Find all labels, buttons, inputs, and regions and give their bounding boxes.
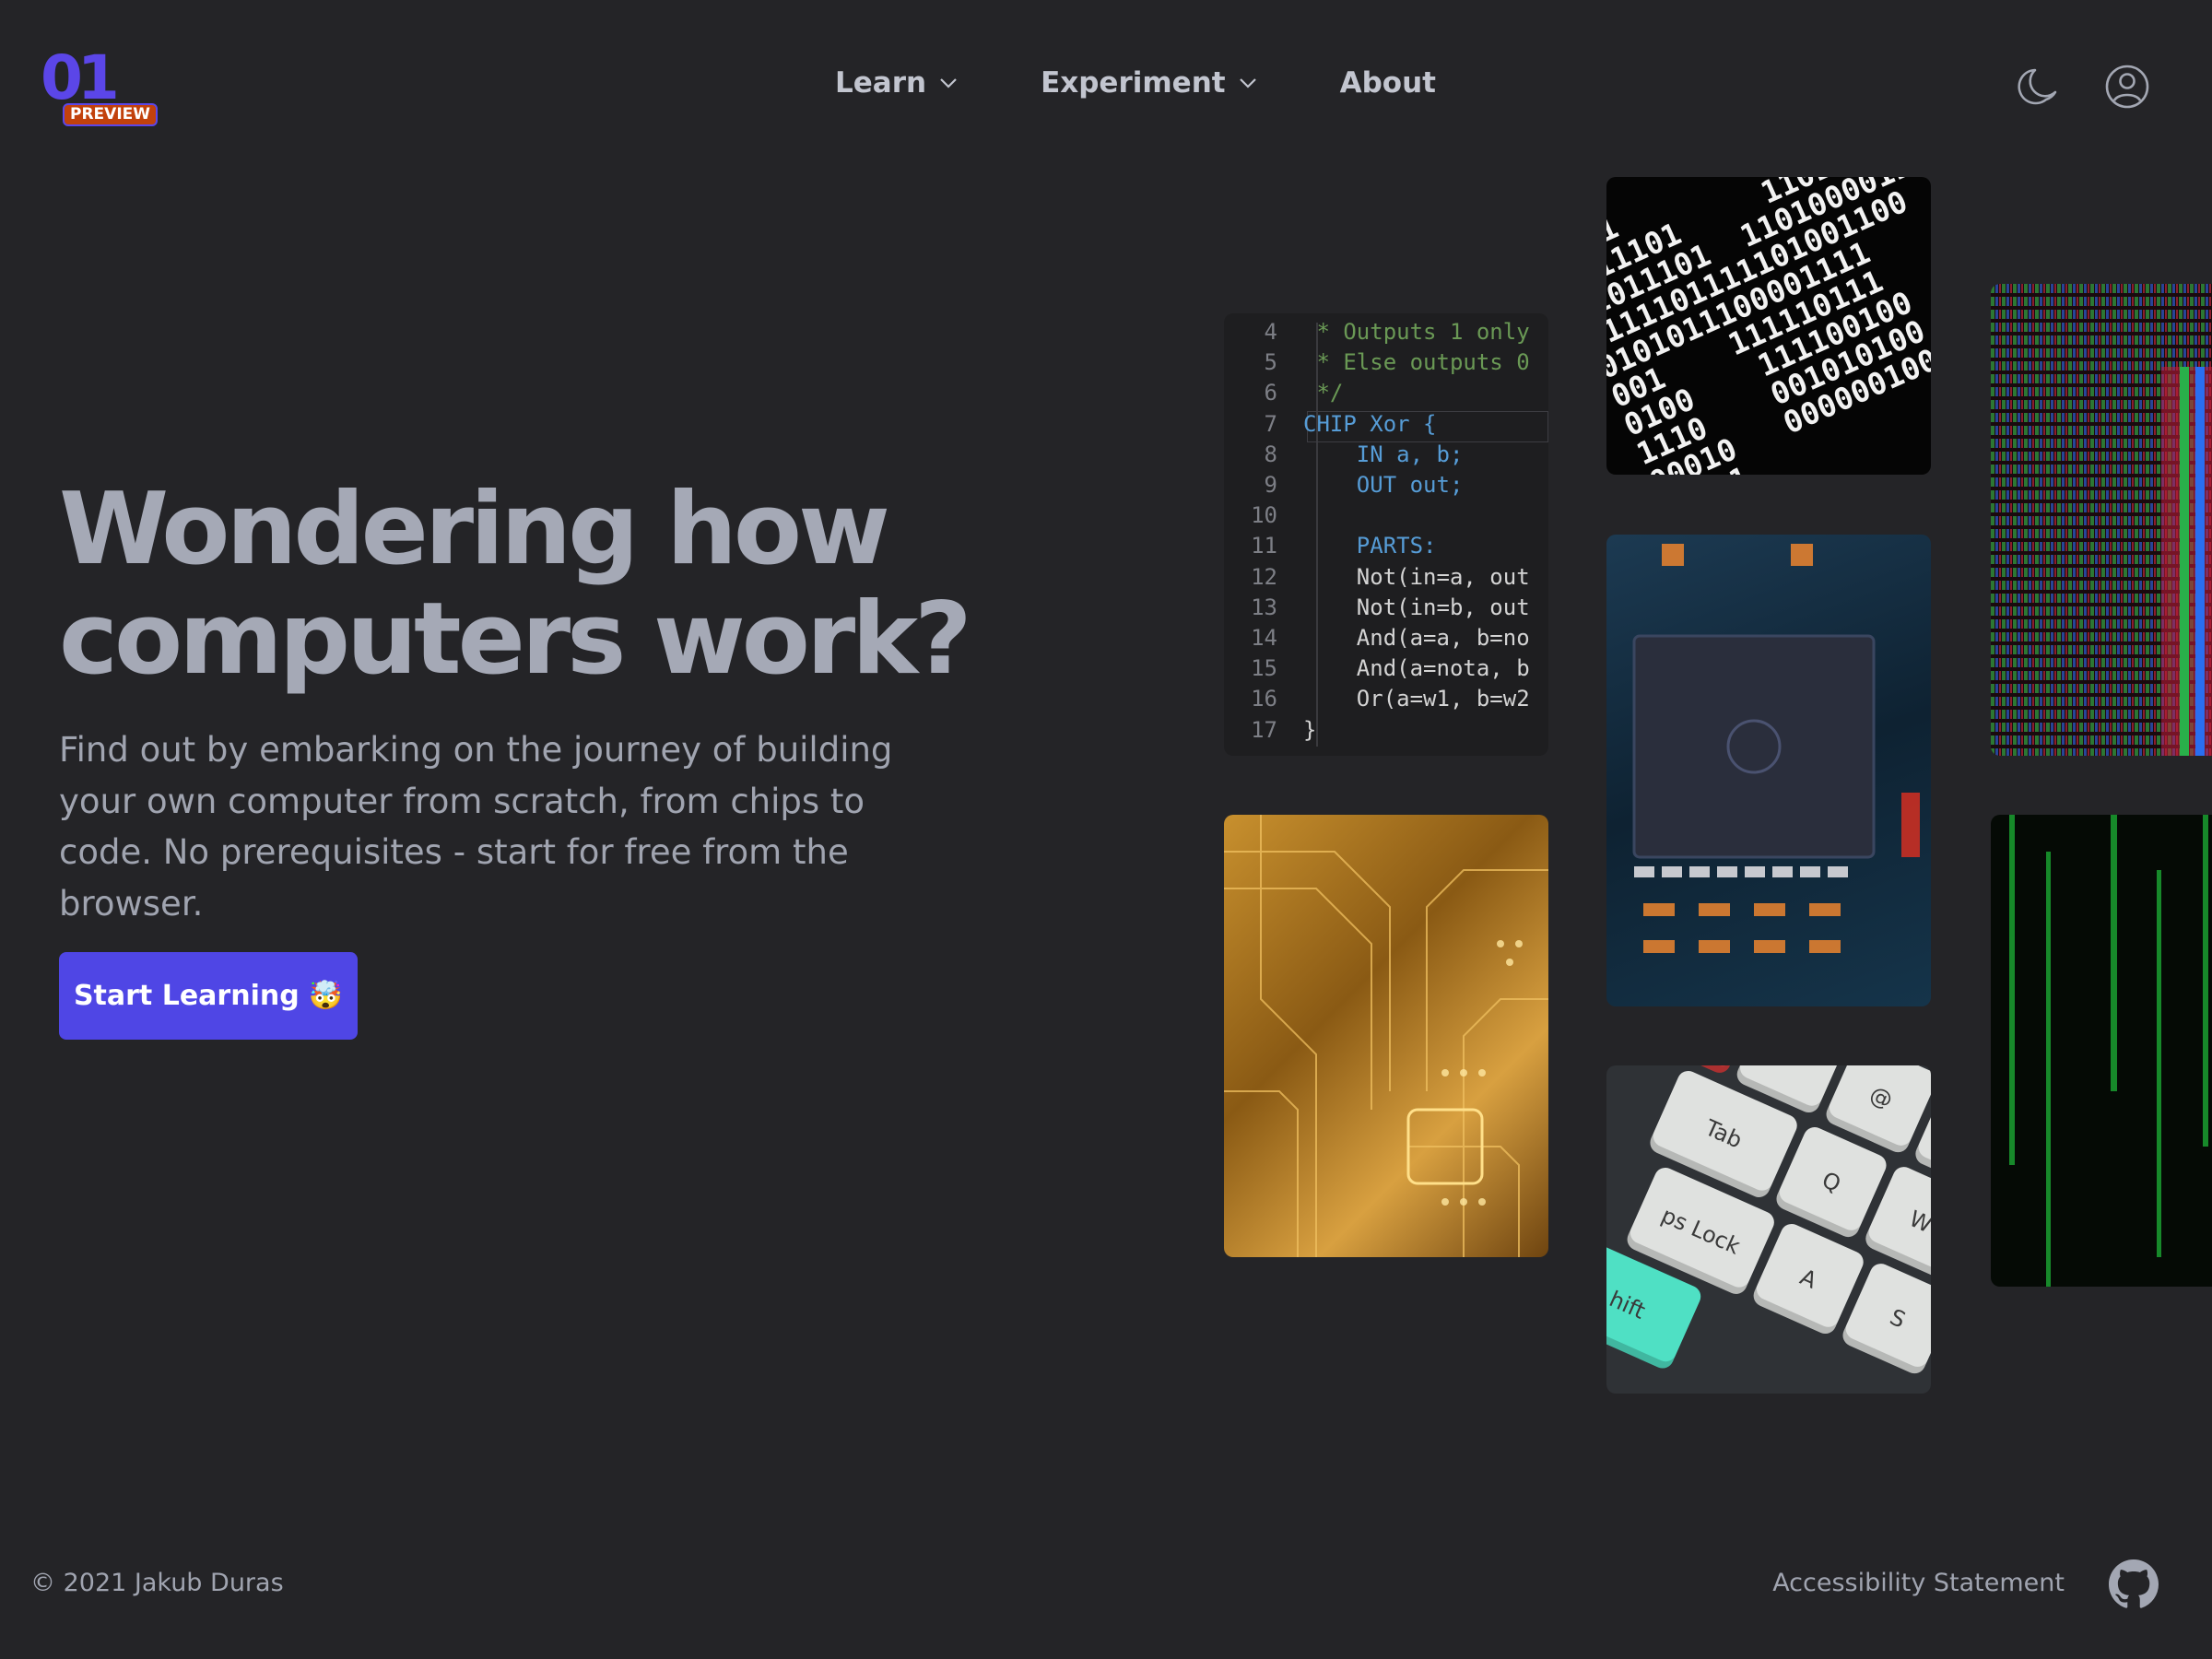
github-icon[interactable] (2109, 1559, 2159, 1609)
keyboard-keys: Esc!@#TabQWEps LockASDhift (1606, 1065, 1931, 1394)
code-line: 9 OUT out; (1224, 470, 1548, 500)
code-line: 15 And(a=nota, b (1224, 653, 1548, 684)
line-number: 16 (1251, 686, 1277, 712)
hero-subtitle: Find out by embarking on the journey of … (59, 730, 893, 924)
header-actions (2015, 63, 2151, 111)
copyright: © 2021 Jakub Duras (30, 1569, 284, 1597)
code-text: CHIP Xor { (1303, 410, 1437, 437)
preview-badge: PREVIEW (63, 103, 159, 126)
matrix-code-image (1991, 815, 2212, 1287)
binary-code-image: 1111 0011101 11010 01011101 11010000111 … (1606, 177, 1931, 475)
nav-about-label: About (1339, 66, 1436, 100)
code-text: * Else outputs 0 (1303, 349, 1530, 376)
chevron-down-icon (940, 78, 957, 88)
nav-experiment-label: Experiment (1041, 66, 1226, 100)
code-text: Not(in=a, out (1303, 563, 1530, 590)
code-lines: 4 * Outputs 1 only 5 * Else outputs 06 */… (1224, 317, 1548, 746)
logo[interactable]: 01 PREVIEW (41, 42, 159, 131)
circuit-board-gold-image (1224, 815, 1548, 1257)
chevron-down-icon (1239, 78, 1256, 88)
code-text: Not(in=b, out (1303, 594, 1530, 620)
logo-mark: 01 (41, 42, 120, 113)
code-text: IN a, b; (1303, 441, 1464, 467)
code-text: And(a=nota, b (1303, 655, 1530, 682)
code-line: 5 * Else outputs 0 (1224, 347, 1548, 378)
nav-learn[interactable]: Learn (835, 66, 959, 100)
code-line: 7 CHIP Xor { (1224, 409, 1548, 440)
matrix-rain-graphic (2009, 815, 2208, 1287)
hero-title: Wondering how computers work? (59, 475, 981, 697)
line-number: 4 (1264, 319, 1277, 345)
hero-title-line1: Wondering how (59, 472, 890, 587)
circuit-traces-graphic (1224, 815, 1548, 1257)
spectrogram-image (1991, 284, 2212, 756)
code-line: 8 IN a, b; (1224, 440, 1548, 470)
keyboard-image: Esc!@#TabQWEps LockASDhift (1606, 1065, 1931, 1394)
line-number: 12 (1251, 563, 1277, 590)
line-number: 5 (1264, 349, 1277, 376)
line-number: 9 (1264, 472, 1277, 499)
line-number: 6 (1264, 380, 1277, 406)
code-text: Or(a=w1, b=w2 (1303, 686, 1530, 712)
exploding-head-emoji: 🤯 (308, 980, 344, 1012)
line-number: 15 (1251, 655, 1277, 682)
pcb-chip-graphic (1632, 544, 1920, 953)
line-number: 11 (1251, 533, 1277, 559)
code-editor-image: 4 * Outputs 1 only 5 * Else outputs 06 */… (1224, 313, 1548, 756)
line-number: 17 (1251, 716, 1277, 743)
code-line: 17} (1224, 715, 1548, 746)
start-learning-button[interactable]: Start Learning 🤯 (59, 952, 358, 1040)
nav-about[interactable]: About (1340, 66, 1436, 100)
line-number: 14 (1251, 625, 1277, 652)
main-nav: Learn Experiment About (835, 66, 1436, 100)
code-line: 6 */ (1224, 378, 1548, 408)
code-line: 16 Or(a=w1, b=w2 (1224, 684, 1548, 714)
code-text: PARTS: (1303, 533, 1437, 559)
binary-text: 1111 0011101 11010 01011101 11010000111 … (1606, 177, 1931, 475)
line-number: 7 (1264, 410, 1277, 437)
code-text: * Outputs 1 only (1303, 319, 1530, 345)
start-learning-label: Start Learning (73, 980, 300, 1012)
line-number: 13 (1251, 594, 1277, 620)
nav-learn-label: Learn (835, 66, 927, 100)
code-text: } (1303, 716, 1317, 743)
code-line: 4 * Outputs 1 only (1224, 317, 1548, 347)
code-text: */ (1303, 380, 1344, 406)
hero-title-line2: computers work? (59, 581, 972, 697)
spectrogram-graphic (1991, 284, 2212, 756)
moon-icon[interactable] (2015, 63, 2063, 111)
pcb-chip-image (1606, 535, 1931, 1006)
code-line: 13 Not(in=b, out (1224, 593, 1548, 623)
code-text: OUT out; (1303, 472, 1464, 499)
line-number: 10 (1251, 502, 1277, 529)
code-line: 11 PARTS: (1224, 531, 1548, 561)
code-line: 12 Not(in=a, out (1224, 562, 1548, 593)
line-number: 8 (1264, 441, 1277, 467)
code-text: And(a=a, b=no (1303, 625, 1530, 652)
accessibility-statement-link[interactable]: Accessibility Statement (1772, 1569, 2065, 1597)
code-line: 14 And(a=a, b=no (1224, 623, 1548, 653)
user-circle-icon[interactable] (2103, 63, 2151, 111)
code-line: 10 (1224, 500, 1548, 531)
nav-experiment[interactable]: Experiment (1041, 66, 1259, 100)
